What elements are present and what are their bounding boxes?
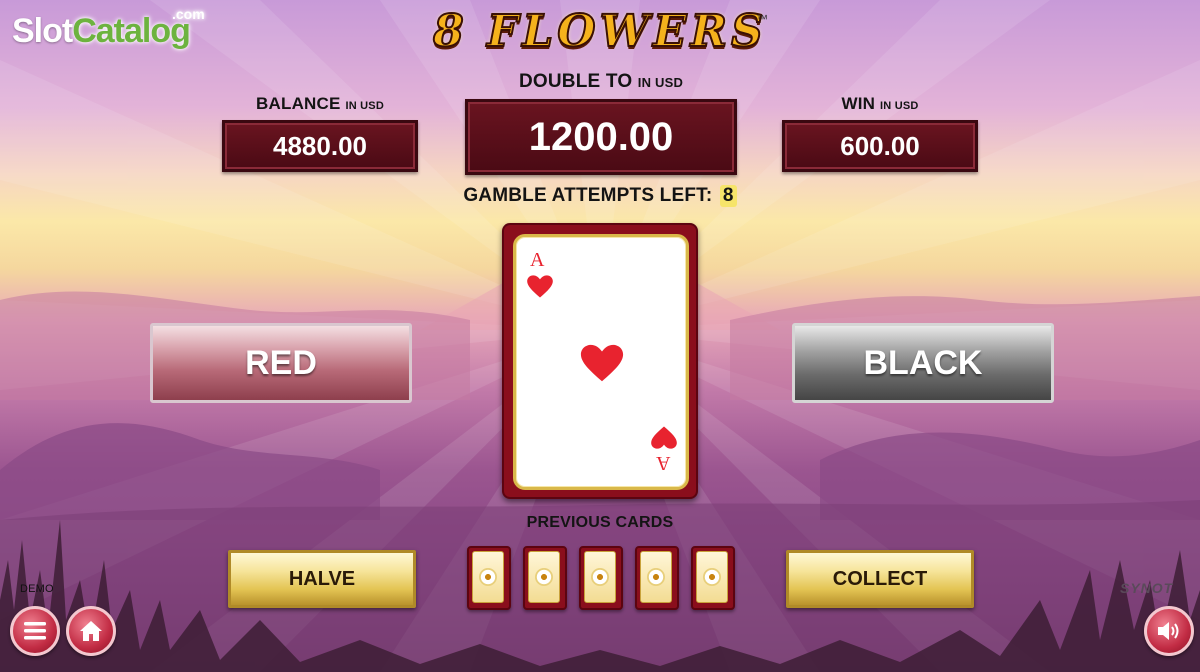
- double-to-display: 1200.00: [465, 99, 737, 175]
- gamble-card: A A: [502, 223, 698, 499]
- menu-button[interactable]: [10, 606, 60, 656]
- collect-button-label: COLLECT: [832, 567, 928, 590]
- flower-icon: [479, 568, 497, 586]
- provider-logo: SYNOT: [1120, 580, 1174, 596]
- home-icon: [80, 621, 102, 641]
- halve-button-label: HALVE: [288, 567, 356, 590]
- previous-card: [691, 546, 735, 610]
- win-unit: IN USD: [880, 100, 919, 112]
- double-to-label-text: DOUBLE TO: [518, 71, 633, 92]
- card-rank-bottom: A: [656, 452, 671, 474]
- halve-button[interactable]: HALVE: [228, 550, 416, 608]
- previous-cards-label-text: PREVIOUS CARDS: [526, 514, 674, 531]
- watermark-slot: Slot: [12, 12, 73, 50]
- balance-label: BALANCE IN USD: [222, 94, 418, 114]
- sound-button[interactable]: [1144, 606, 1194, 656]
- logo-tm: ™: [756, 12, 768, 26]
- red-button[interactable]: RED: [150, 323, 412, 403]
- game-scene: SlotCatalog .com 8 FLOWERS ™ BALANCE IN …: [0, 0, 1200, 672]
- speaker-icon: [1158, 622, 1179, 640]
- flower-icon: [703, 568, 721, 586]
- card-rank-top: A: [530, 249, 545, 271]
- flower-icon: [591, 568, 609, 586]
- watermark: SlotCatalog .com: [12, 6, 205, 51]
- previous-card: [467, 546, 511, 610]
- gamble-attempts: GAMBLE ATTEMPTS LEFT: 8: [440, 185, 760, 207]
- demo-label: DEMO: [20, 583, 54, 595]
- previous-card: [523, 546, 567, 610]
- balance-display: 4880.00: [222, 120, 418, 172]
- card-face: A A: [513, 234, 689, 490]
- win-label: WIN IN USD: [782, 94, 978, 114]
- flower-icon: [647, 568, 665, 586]
- home-button[interactable]: [66, 606, 116, 656]
- black-button[interactable]: BLACK: [792, 323, 1054, 403]
- gamble-attempts-label: GAMBLE ATTEMPTS LEFT:: [463, 185, 713, 206]
- previous-card: [635, 546, 679, 610]
- double-to-value: 1200.00: [528, 114, 674, 159]
- heart-icon-small-top: [527, 275, 553, 298]
- black-button-label: BLACK: [863, 343, 983, 382]
- win-display: 600.00: [782, 120, 978, 172]
- previous-card: [579, 546, 623, 610]
- heart-icon-small-bottom: [651, 426, 677, 449]
- flower-icon: [535, 568, 553, 586]
- gamble-attempts-value: 8: [719, 185, 737, 207]
- double-to-unit: IN USD: [637, 75, 684, 90]
- logo-text: 8 FLOWERS: [432, 5, 767, 58]
- previous-cards-label: PREVIOUS CARDS: [480, 514, 720, 532]
- win-value: 600.00: [840, 130, 920, 161]
- game-logo: 8 FLOWERS ™: [430, 5, 770, 62]
- balance-label-text: BALANCE: [256, 94, 341, 113]
- heart-icon-center: [580, 344, 624, 382]
- balance-unit: IN USD: [345, 100, 384, 112]
- collect-button[interactable]: COLLECT: [786, 550, 974, 608]
- balance-value: 4880.00: [273, 130, 367, 161]
- win-label-text: WIN: [841, 94, 876, 113]
- watermark-com: .com: [172, 6, 205, 22]
- menu-icon: [24, 622, 46, 640]
- double-to-label: DOUBLE TO IN USD: [465, 71, 737, 93]
- red-button-label: RED: [245, 343, 317, 382]
